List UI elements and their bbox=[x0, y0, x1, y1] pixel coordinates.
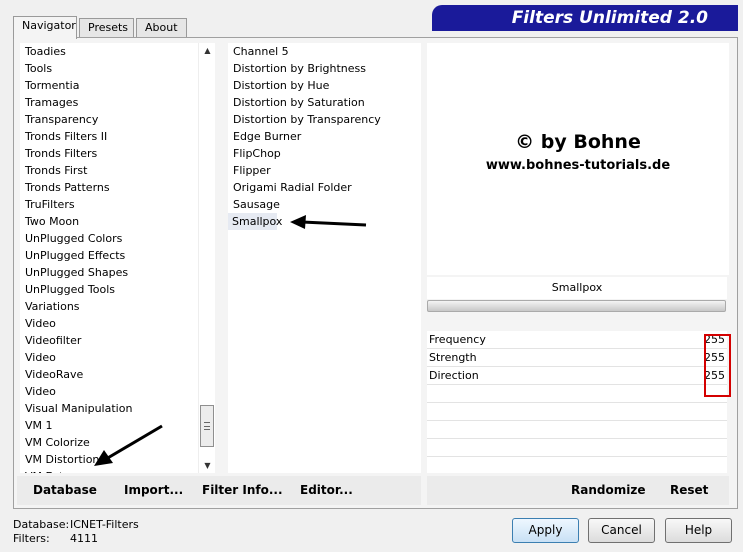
scroll-up-icon[interactable]: ▲ bbox=[199, 43, 216, 58]
category-item[interactable]: Tormentia bbox=[20, 77, 79, 94]
param-label: Frequency bbox=[429, 333, 486, 346]
progress-bar bbox=[427, 300, 726, 312]
right-action-bar: Randomize Reset bbox=[427, 476, 729, 505]
category-item[interactable]: Tronds Filters bbox=[20, 145, 97, 162]
arrow-annotation-icon bbox=[290, 215, 367, 229]
param-row-empty bbox=[427, 421, 727, 439]
category-item[interactable]: Variations bbox=[20, 298, 80, 315]
preview-area: © by Bohne www.bohnes-tutorials.de bbox=[427, 43, 729, 275]
status-database-label: Database: bbox=[13, 518, 70, 531]
category-item[interactable]: Two Moon bbox=[20, 213, 79, 230]
filter-item[interactable]: Distortion by Saturation bbox=[228, 94, 365, 111]
filter-item[interactable]: Edge Burner bbox=[228, 128, 301, 145]
category-item[interactable]: Toadies bbox=[20, 43, 66, 60]
parameter-list: Frequency 255 Strength 255 Direction 255 bbox=[427, 331, 727, 473]
category-item[interactable]: Transparency bbox=[20, 111, 98, 128]
filter-item[interactable]: Channel 5 bbox=[228, 43, 289, 60]
filter-item[interactable]: Smallpox bbox=[228, 213, 282, 230]
filter-info-button[interactable]: Filter Info... bbox=[202, 476, 283, 505]
param-row-frequency[interactable]: Frequency 255 bbox=[427, 331, 727, 349]
category-item[interactable]: UnPlugged Tools bbox=[20, 281, 115, 298]
reset-button[interactable]: Reset bbox=[670, 476, 708, 505]
editor-button[interactable]: Editor... bbox=[300, 476, 353, 505]
param-row-empty bbox=[427, 439, 727, 457]
preview-url: www.bohnes-tutorials.de bbox=[485, 158, 671, 173]
filter-item[interactable]: Distortion by Hue bbox=[228, 77, 329, 94]
category-item[interactable]: VM Distortion bbox=[20, 451, 99, 468]
category-list[interactable]: Toadies Tools Tormentia Tramages Transparenc… bbox=[20, 43, 198, 473]
param-row-empty bbox=[427, 403, 727, 421]
category-item[interactable]: UnPlugged Colors bbox=[20, 230, 122, 247]
cancel-button[interactable]: Cancel bbox=[588, 518, 655, 543]
status-database-value: ICNET-Filters bbox=[70, 518, 139, 531]
param-label: Strength bbox=[429, 351, 477, 364]
category-item[interactable]: UnPlugged Shapes bbox=[20, 264, 128, 281]
scroll-thumb[interactable] bbox=[200, 405, 214, 447]
highlight-box bbox=[704, 334, 731, 397]
apply-button[interactable]: Apply bbox=[512, 518, 579, 543]
category-item[interactable]: VM Colorize bbox=[20, 434, 90, 451]
category-item[interactable]: Visual Manipulation bbox=[20, 400, 132, 417]
tab-presets[interactable]: Presets bbox=[79, 18, 134, 38]
filter-item[interactable]: FlipChop bbox=[228, 145, 281, 162]
param-row-strength[interactable]: Strength 255 bbox=[427, 349, 727, 367]
filter-item[interactable]: Distortion by Brightness bbox=[228, 60, 366, 77]
help-button[interactable]: Help bbox=[665, 518, 732, 543]
category-item[interactable]: Video bbox=[20, 349, 56, 366]
database-button[interactable]: Database bbox=[33, 476, 97, 505]
category-item[interactable]: UnPlugged Effects bbox=[20, 247, 125, 264]
param-row-direction[interactable]: Direction 255 bbox=[427, 367, 727, 385]
status-filters-value: 4111 bbox=[70, 532, 98, 545]
category-item[interactable]: Tramages bbox=[20, 94, 78, 111]
filter-item[interactable]: Sausage bbox=[228, 196, 280, 213]
category-item[interactable]: Video bbox=[20, 383, 56, 400]
filter-list[interactable]: Channel 5 Distortion by Brightness Distort… bbox=[228, 43, 421, 473]
category-item[interactable]: Tools bbox=[20, 60, 52, 77]
filter-item[interactable]: Origami Radial Folder bbox=[228, 179, 352, 196]
status-info: Database:ICNET-Filters Filters: 4111 bbox=[13, 518, 139, 546]
category-scrollbar[interactable]: ▲ ▼ bbox=[198, 43, 215, 473]
category-item[interactable]: Tronds Patterns bbox=[20, 179, 110, 196]
param-label: Direction bbox=[429, 369, 479, 382]
category-item[interactable]: Tronds Filters II bbox=[20, 128, 107, 145]
category-item[interactable]: Video bbox=[20, 315, 56, 332]
left-action-bar: Database Import... Filter Info... Editor… bbox=[17, 476, 421, 505]
scroll-down-icon[interactable]: ▼ bbox=[199, 458, 216, 473]
category-item[interactable]: TruFilters bbox=[20, 196, 75, 213]
category-item[interactable]: VideoRave bbox=[20, 366, 83, 383]
status-filters-label: Filters: bbox=[13, 532, 50, 545]
category-item[interactable]: VM Extravaganza bbox=[20, 468, 121, 473]
category-item[interactable]: Tronds First bbox=[20, 162, 87, 179]
tab-navigator[interactable]: Navigator bbox=[13, 16, 77, 39]
filter-item[interactable]: Distortion by Transparency bbox=[228, 111, 381, 128]
import-button[interactable]: Import... bbox=[124, 476, 183, 505]
arrow-annotation-icon bbox=[94, 424, 163, 466]
category-item[interactable]: Videofilter bbox=[20, 332, 81, 349]
filter-item[interactable]: Flipper bbox=[228, 162, 271, 179]
app-banner: Filters Unlimited 2.0 bbox=[432, 5, 738, 31]
filter-name-display: Smallpox bbox=[427, 277, 727, 299]
category-item[interactable]: VM 1 bbox=[20, 417, 53, 434]
randomize-button[interactable]: Randomize bbox=[571, 476, 645, 505]
tab-about[interactable]: About bbox=[136, 18, 187, 38]
param-row-empty bbox=[427, 385, 727, 403]
preview-copyright: © by Bohne bbox=[515, 131, 641, 153]
